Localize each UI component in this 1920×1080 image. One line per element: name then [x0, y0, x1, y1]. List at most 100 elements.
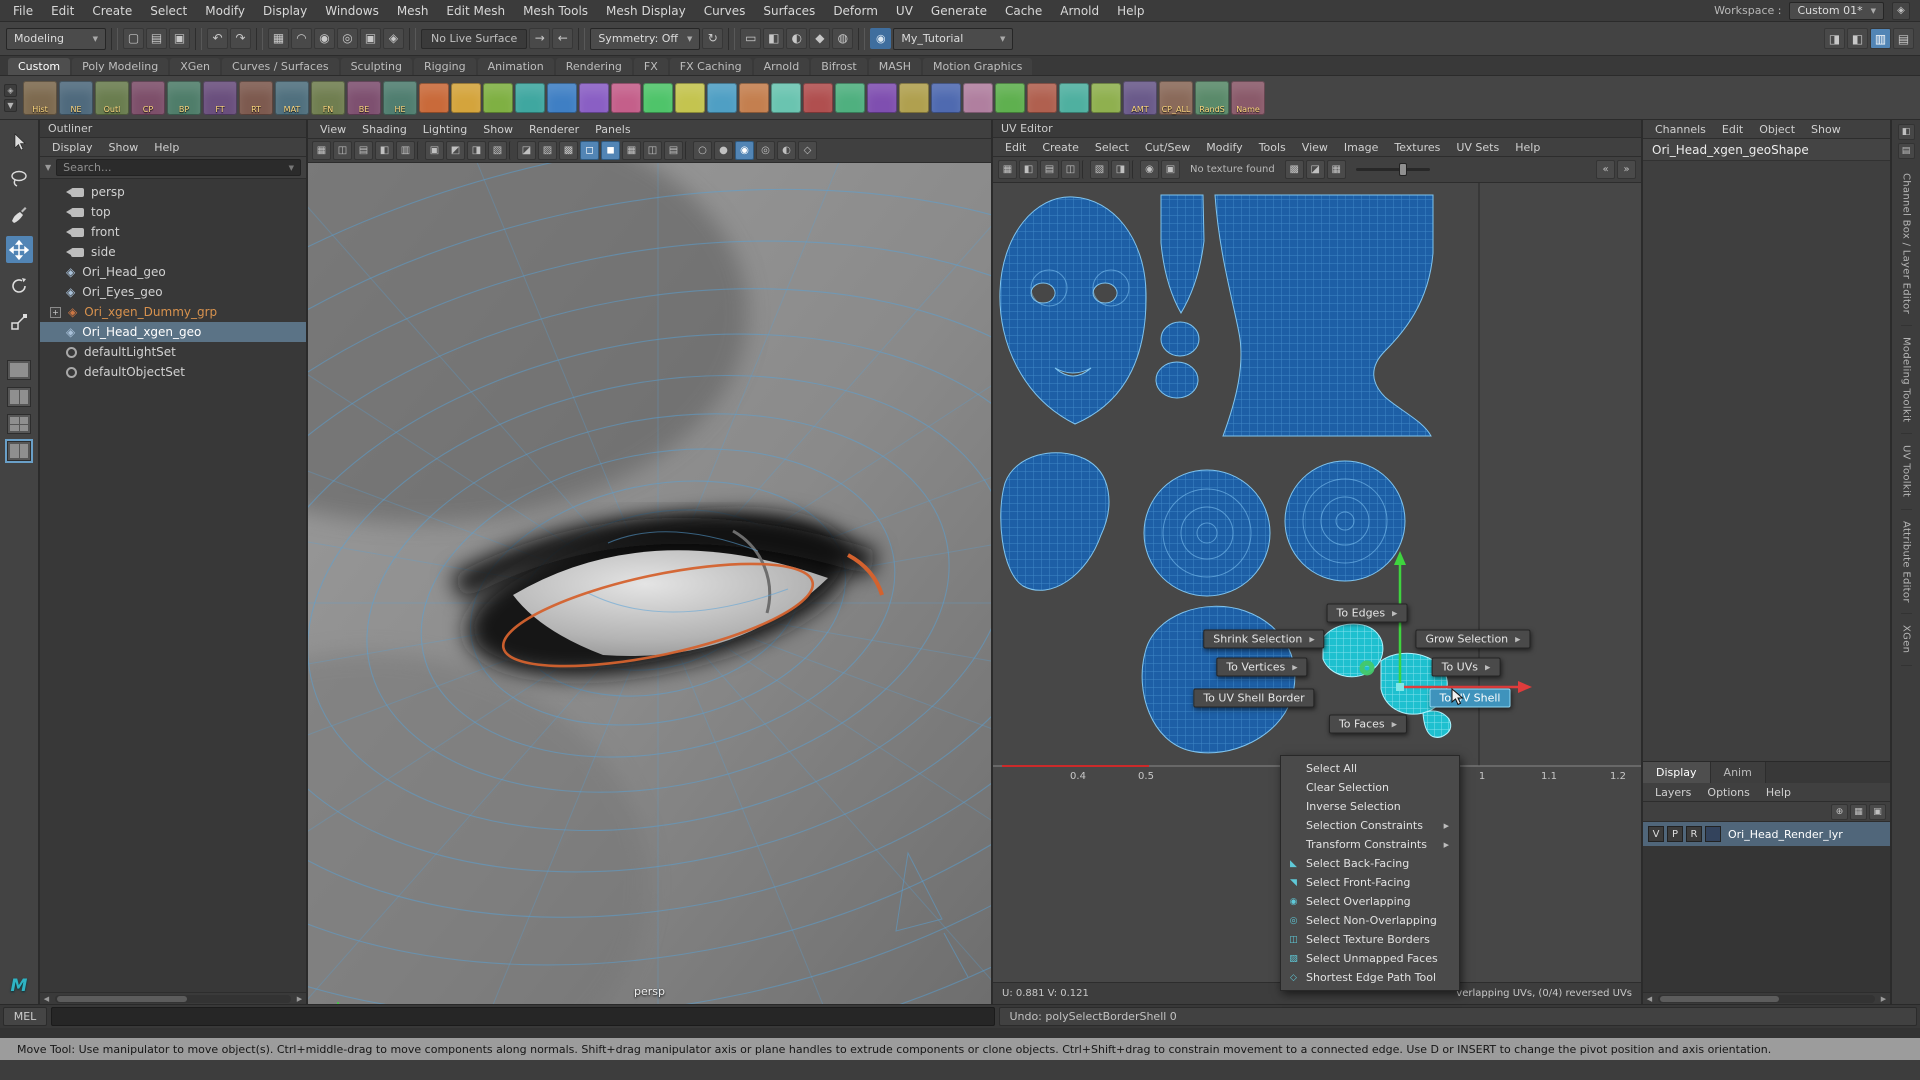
uv-editor-menu-item[interactable]: Edit	[997, 141, 1034, 154]
shelf-tool-icon[interactable]: CP_ALL	[1159, 81, 1193, 115]
viewport-toolbar-icon[interactable]: ◇	[798, 141, 817, 160]
status-icon[interactable]: ◈	[383, 28, 404, 49]
scale-tool-button[interactable]	[6, 308, 33, 335]
viewport-toolbar-icon[interactable]: ◨	[467, 141, 486, 160]
symmetry-selector[interactable]: Symmetry: Off ▼	[590, 28, 700, 50]
status-icon[interactable]	[578, 28, 585, 50]
menubar-item[interactable]: Mesh	[388, 2, 438, 20]
shelf-tab[interactable]: Rendering	[556, 58, 632, 75]
uv-toolbar-icon[interactable]: ◫	[1061, 160, 1080, 179]
viewport-menu-item[interactable]: Shading	[354, 123, 415, 136]
shelf-tool-icon[interactable]	[1091, 83, 1121, 113]
paint-select-tool-button[interactable]	[6, 200, 33, 227]
workspace-gear-icon[interactable]: ◈	[1892, 2, 1910, 20]
uv-toolbar-icon[interactable]	[1132, 160, 1138, 179]
uv-editor-menu-item[interactable]: View	[1294, 141, 1336, 154]
shelf-tool-icon[interactable]	[899, 83, 929, 113]
outliner-menu-item[interactable]: Show	[101, 141, 147, 154]
layer-editor-tab[interactable]: Display	[1643, 762, 1711, 783]
shelf-tool-icon[interactable]	[547, 83, 577, 113]
scroll-right-icon[interactable]: ▶	[293, 995, 306, 1003]
status-icon[interactable]: →	[529, 28, 550, 49]
status-icon[interactable]	[728, 28, 735, 50]
dock-menu-icon[interactable]: ▤	[1898, 143, 1915, 159]
shelf-tool-icon[interactable]	[1059, 83, 1089, 113]
layer-editor-menu-item[interactable]: Options	[1699, 786, 1757, 799]
channel-box-menu-item[interactable]: Object	[1751, 123, 1803, 136]
menubar-item[interactable]: Cache	[996, 2, 1051, 20]
context-menu-item[interactable]: Inverse Selection	[1281, 797, 1459, 816]
status-icon[interactable]: ◉	[314, 28, 335, 49]
menubar-item[interactable]: Mesh Display	[597, 2, 695, 20]
status-icon[interactable]: ◆	[809, 28, 830, 49]
shelf-tab[interactable]: Sculpting	[341, 58, 412, 75]
viewport-toolbar-icon[interactable]: ▦	[312, 141, 331, 160]
move-tool-button[interactable]	[6, 236, 33, 263]
marking-menu-grow-selection[interactable]: Grow Selection▶	[1415, 630, 1530, 649]
shelf-tool-icon[interactable]: NE	[59, 81, 93, 115]
shelf-tool-icon[interactable]	[451, 83, 481, 113]
viewport-menu-item[interactable]: View	[312, 123, 354, 136]
search-input[interactable]: Search... ▼	[56, 159, 301, 176]
channel-box-scrollbar[interactable]: ◀ ▶	[1643, 992, 1890, 1004]
shelf-tool-icon[interactable]	[963, 83, 993, 113]
uv-editor-menu-item[interactable]: Modify	[1198, 141, 1250, 154]
uv-editor-menu-item[interactable]: Textures	[1386, 141, 1448, 154]
shelf-tool-icon[interactable]: HE	[383, 81, 417, 115]
layer-editor-menu-item[interactable]: Layers	[1647, 786, 1699, 799]
viewport-toolbar-icon[interactable]: ◉	[735, 141, 754, 160]
status-icon[interactable]: ◐	[786, 28, 807, 49]
menubar-item[interactable]: File	[4, 2, 42, 20]
outliner-item[interactable]: persp	[40, 182, 306, 202]
viewport-menu-item[interactable]: Show	[475, 123, 521, 136]
lasso-tool-button[interactable]	[6, 164, 33, 191]
layout-two-pane-button[interactable]	[7, 387, 31, 407]
viewport-toolbar-icon[interactable]: ◼	[601, 141, 620, 160]
viewport-toolbar-icon[interactable]: ◪	[517, 141, 536, 160]
context-menu-item[interactable]: ▨ Select Unmapped Faces	[1281, 949, 1459, 968]
viewport-toolbar-icon[interactable]: ◻	[580, 141, 599, 160]
dock-pin-icon[interactable]: ◧	[1898, 124, 1915, 140]
shelf-tool-icon[interactable]: Outl	[95, 81, 129, 115]
rotate-tool-button[interactable]	[6, 272, 33, 299]
workspace-selector[interactable]: Custom 01* ▼	[1789, 2, 1884, 20]
status-icon[interactable]: ↶	[207, 28, 228, 49]
outliner-item-selected[interactable]: ◈Ori_Head_xgen_geo	[40, 322, 306, 342]
context-menu-item[interactable]: ◫ Select Texture Borders	[1281, 930, 1459, 949]
uv-editor-menu-item[interactable]: Create	[1034, 141, 1087, 154]
uv-toolbar-icon[interactable]: ◪	[1306, 160, 1325, 179]
viewport-toolbar-icon[interactable]: ●	[714, 141, 733, 160]
image-dim-slider[interactable]	[1356, 168, 1430, 171]
status-icon[interactable]: ▢	[123, 28, 144, 49]
select-tool-button[interactable]	[6, 128, 33, 155]
marking-menu-to-uvs[interactable]: To UVs▶	[1432, 658, 1501, 677]
context-menu-item[interactable]: ◥ Select Front-Facing	[1281, 873, 1459, 892]
shelf-tool-icon[interactable]: RT	[239, 81, 273, 115]
menubar-item[interactable]: Curves	[695, 2, 755, 20]
outliner-item[interactable]: ◈Ori_Head_geo	[40, 262, 306, 282]
uv-toolbar-icon[interactable]: ▣	[1161, 160, 1180, 179]
shelf-tool-icon[interactable]	[643, 83, 673, 113]
layer-toolbar-icon[interactable]: ▣	[1869, 804, 1886, 820]
viewport-toolbar-icon[interactable]	[509, 141, 515, 160]
menu-set-selector[interactable]: Modeling ▼	[6, 28, 106, 50]
layer-visibility-toggle[interactable]: V	[1648, 826, 1664, 842]
scroll-left-icon[interactable]: ◀	[40, 995, 53, 1003]
viewport-menu-item[interactable]: Renderer	[521, 123, 587, 136]
context-menu-item[interactable]: Clear Selection	[1281, 778, 1459, 797]
uv-toolbar-icon[interactable]: ◉	[1140, 160, 1159, 179]
viewport-toolbar-icon[interactable]: ◫	[333, 141, 352, 160]
live-surface-field[interactable]: No Live Surface	[421, 29, 527, 49]
right-dock-tab[interactable]: XGen	[1901, 614, 1912, 665]
status-icon[interactable]	[195, 28, 202, 50]
outliner-item[interactable]: defaultLightSet	[40, 342, 306, 362]
uv-editor-menu-item[interactable]: Tools	[1251, 141, 1294, 154]
status-icon[interactable]: ▣	[360, 28, 381, 49]
scroll-left-icon[interactable]: ◀	[1643, 995, 1656, 1003]
viewport-toolbar-icon[interactable]: ◩	[446, 141, 465, 160]
context-menu-item[interactable]: Transform Constraints ▶	[1281, 835, 1459, 854]
sidebar-toggle-icon[interactable]: ▤	[1893, 28, 1914, 49]
menubar-item[interactable]: Edit Mesh	[437, 2, 514, 20]
shelf-tool-icon[interactable]	[867, 83, 897, 113]
viewport-toolbar-icon[interactable]: ◎	[756, 141, 775, 160]
